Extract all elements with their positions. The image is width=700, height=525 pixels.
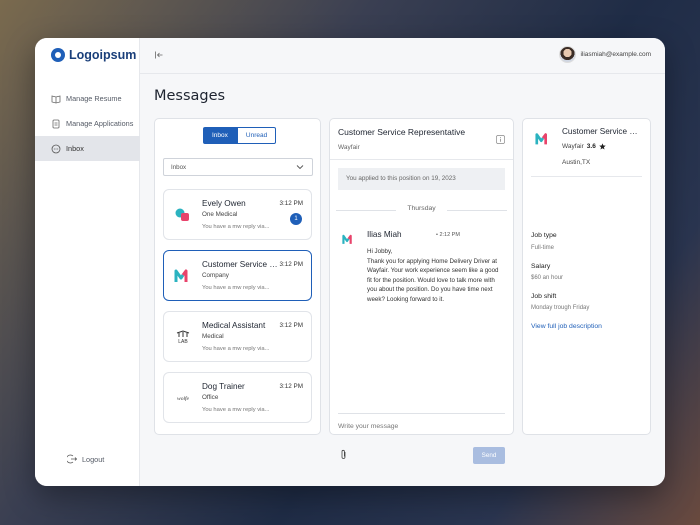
logout-icon bbox=[67, 454, 77, 464]
sidebar-item-label: Manage Resume bbox=[66, 94, 122, 103]
conversation-item-dog-trainer[interactable]: wolfe Dog Trainer 3:12 PM Office You hav… bbox=[163, 372, 312, 423]
message-input[interactable]: Write your message bbox=[338, 423, 398, 430]
logo-icon bbox=[51, 48, 65, 62]
job-location: Austin,TX bbox=[562, 159, 591, 166]
star-icon bbox=[599, 143, 606, 150]
sidebar-item-label: Inbox bbox=[66, 144, 84, 153]
sidebar-item-manage-resume[interactable]: Manage Resume bbox=[35, 86, 140, 111]
top-bar: iliasmiah@example.com bbox=[140, 38, 665, 74]
paperclip-icon[interactable] bbox=[340, 449, 347, 460]
conversation-company: Office bbox=[202, 394, 219, 401]
conversation-time: 3:12 PM bbox=[279, 261, 303, 268]
one-medical-logo-icon bbox=[175, 208, 189, 221]
salary-label: Salary bbox=[531, 263, 551, 270]
send-button[interactable]: Send bbox=[473, 447, 505, 464]
chevron-down-icon bbox=[296, 165, 304, 170]
logout-label: Logout bbox=[82, 454, 105, 464]
sidebar-item-label: Manage Applications bbox=[66, 119, 134, 128]
conversation-title: Medical Assistant bbox=[202, 321, 266, 330]
lab-logo-icon: LAB bbox=[176, 330, 190, 345]
conversation-item-evely-owen[interactable]: Evely Owen 3:12 PM One Medical You have … bbox=[163, 189, 312, 240]
conversation-time: 3:12 PM bbox=[279, 200, 303, 207]
wolfe-logo-text: wolfe bbox=[177, 395, 189, 402]
divider bbox=[531, 176, 642, 177]
message-time: • 2:12 PM bbox=[436, 232, 460, 238]
day-separator: Thursday bbox=[334, 205, 509, 215]
tab-inbox[interactable]: Inbox bbox=[203, 127, 237, 144]
conversation-item-customer-service[interactable]: Customer Service Representative 3:12 PM … bbox=[163, 250, 312, 301]
company-m-logo-icon bbox=[174, 269, 188, 282]
job-type-value: Full-time bbox=[531, 245, 555, 251]
sidebar-nav: Manage Resume Manage Applications Inbox bbox=[35, 86, 140, 161]
brand-name: Logoipsum bbox=[69, 48, 137, 62]
job-rating: 3.6 bbox=[586, 143, 596, 150]
avatar bbox=[559, 46, 577, 63]
conversation-time: 3:12 PM bbox=[279, 322, 303, 329]
conversation-title: Dog Trainer bbox=[202, 382, 245, 391]
lab-logo-text: LAB bbox=[178, 339, 188, 345]
view-job-description-link[interactable]: View full job description bbox=[531, 323, 602, 330]
app-window: Logoipsum Manage Resume Manage Applicati… bbox=[35, 38, 665, 486]
divider bbox=[338, 413, 505, 414]
brand-logo[interactable]: Logoipsum bbox=[51, 48, 136, 62]
chat-company: Wayfair bbox=[338, 144, 360, 151]
conversation-item-medical-assistant[interactable]: LAB Medical Assistant 3:12 PM Medical Yo… bbox=[163, 311, 312, 362]
conversation-time: 3:12 PM bbox=[279, 383, 303, 390]
conversation-title: Customer Service Representative bbox=[202, 260, 278, 269]
job-details-panel: Customer Service Representative Wayfair … bbox=[522, 118, 651, 435]
job-shift-value: Monday trough Friday bbox=[531, 305, 590, 311]
application-note: You applied to this position on 19, 2023 bbox=[338, 168, 505, 190]
chat-panel: Customer Service Representative Wayfair … bbox=[329, 118, 514, 464]
document-icon bbox=[52, 119, 60, 128]
conversation-title: Evely Owen bbox=[202, 199, 246, 208]
inbox-tabs: Inbox Unread bbox=[203, 127, 277, 144]
job-title: Customer Service Representative bbox=[562, 127, 642, 136]
job-company: Wayfair bbox=[562, 143, 584, 150]
divider bbox=[330, 159, 513, 160]
tab-unread[interactable]: Unread bbox=[236, 127, 277, 144]
logout-button[interactable]: Logout bbox=[67, 454, 104, 464]
filter-value: Inbox bbox=[171, 164, 187, 171]
sidebar-item-manage-applications[interactable]: Manage Applications bbox=[35, 111, 140, 136]
conversation-list-panel: Inbox Unread Inbox Evely Owen 3:12 PM On… bbox=[154, 118, 321, 435]
conversation-company: Medical bbox=[202, 333, 224, 340]
conversation-company: One Medical bbox=[202, 211, 238, 218]
sender-logo-icon bbox=[342, 234, 352, 244]
job-type-label: Job type bbox=[531, 232, 557, 239]
salary-value: $60 an hour bbox=[531, 275, 564, 281]
user-menu[interactable]: iliasmiah@example.com bbox=[559, 46, 651, 63]
conversation-preview: You have a mw reply via... bbox=[202, 346, 270, 352]
sidebar-item-inbox[interactable]: Inbox bbox=[35, 136, 140, 161]
job-company-rating: Wayfair 3.6 bbox=[562, 143, 606, 150]
unread-count-badge: 1 bbox=[290, 213, 302, 225]
conversation-preview: You have a mw reply via... bbox=[202, 407, 270, 413]
message-sender: Ilias Miah bbox=[367, 230, 402, 239]
book-icon bbox=[51, 94, 61, 103]
sidebar: Logoipsum Manage Resume Manage Applicati… bbox=[35, 38, 140, 486]
page-title: Messages bbox=[154, 88, 226, 104]
conversation-preview: You have a mw reply via... bbox=[202, 285, 270, 291]
inbox-filter-select[interactable]: Inbox bbox=[163, 158, 313, 176]
wolfe-logo-icon: wolfe bbox=[177, 395, 189, 402]
collapse-sidebar-icon[interactable] bbox=[154, 50, 164, 60]
user-email: iliasmiah@example.com bbox=[580, 51, 651, 58]
chat-title: Customer Service Representative bbox=[338, 127, 466, 137]
job-shift-label: Job shift bbox=[531, 293, 557, 300]
conversation-company: Company bbox=[202, 272, 229, 279]
message-body: Hi Jobby, Thank you for applying Home De… bbox=[367, 248, 499, 303]
company-m-logo-icon bbox=[535, 133, 547, 145]
chat-icon bbox=[51, 144, 61, 153]
info-icon[interactable] bbox=[496, 135, 505, 144]
conversation-preview: You have a mw reply via... bbox=[202, 224, 270, 230]
